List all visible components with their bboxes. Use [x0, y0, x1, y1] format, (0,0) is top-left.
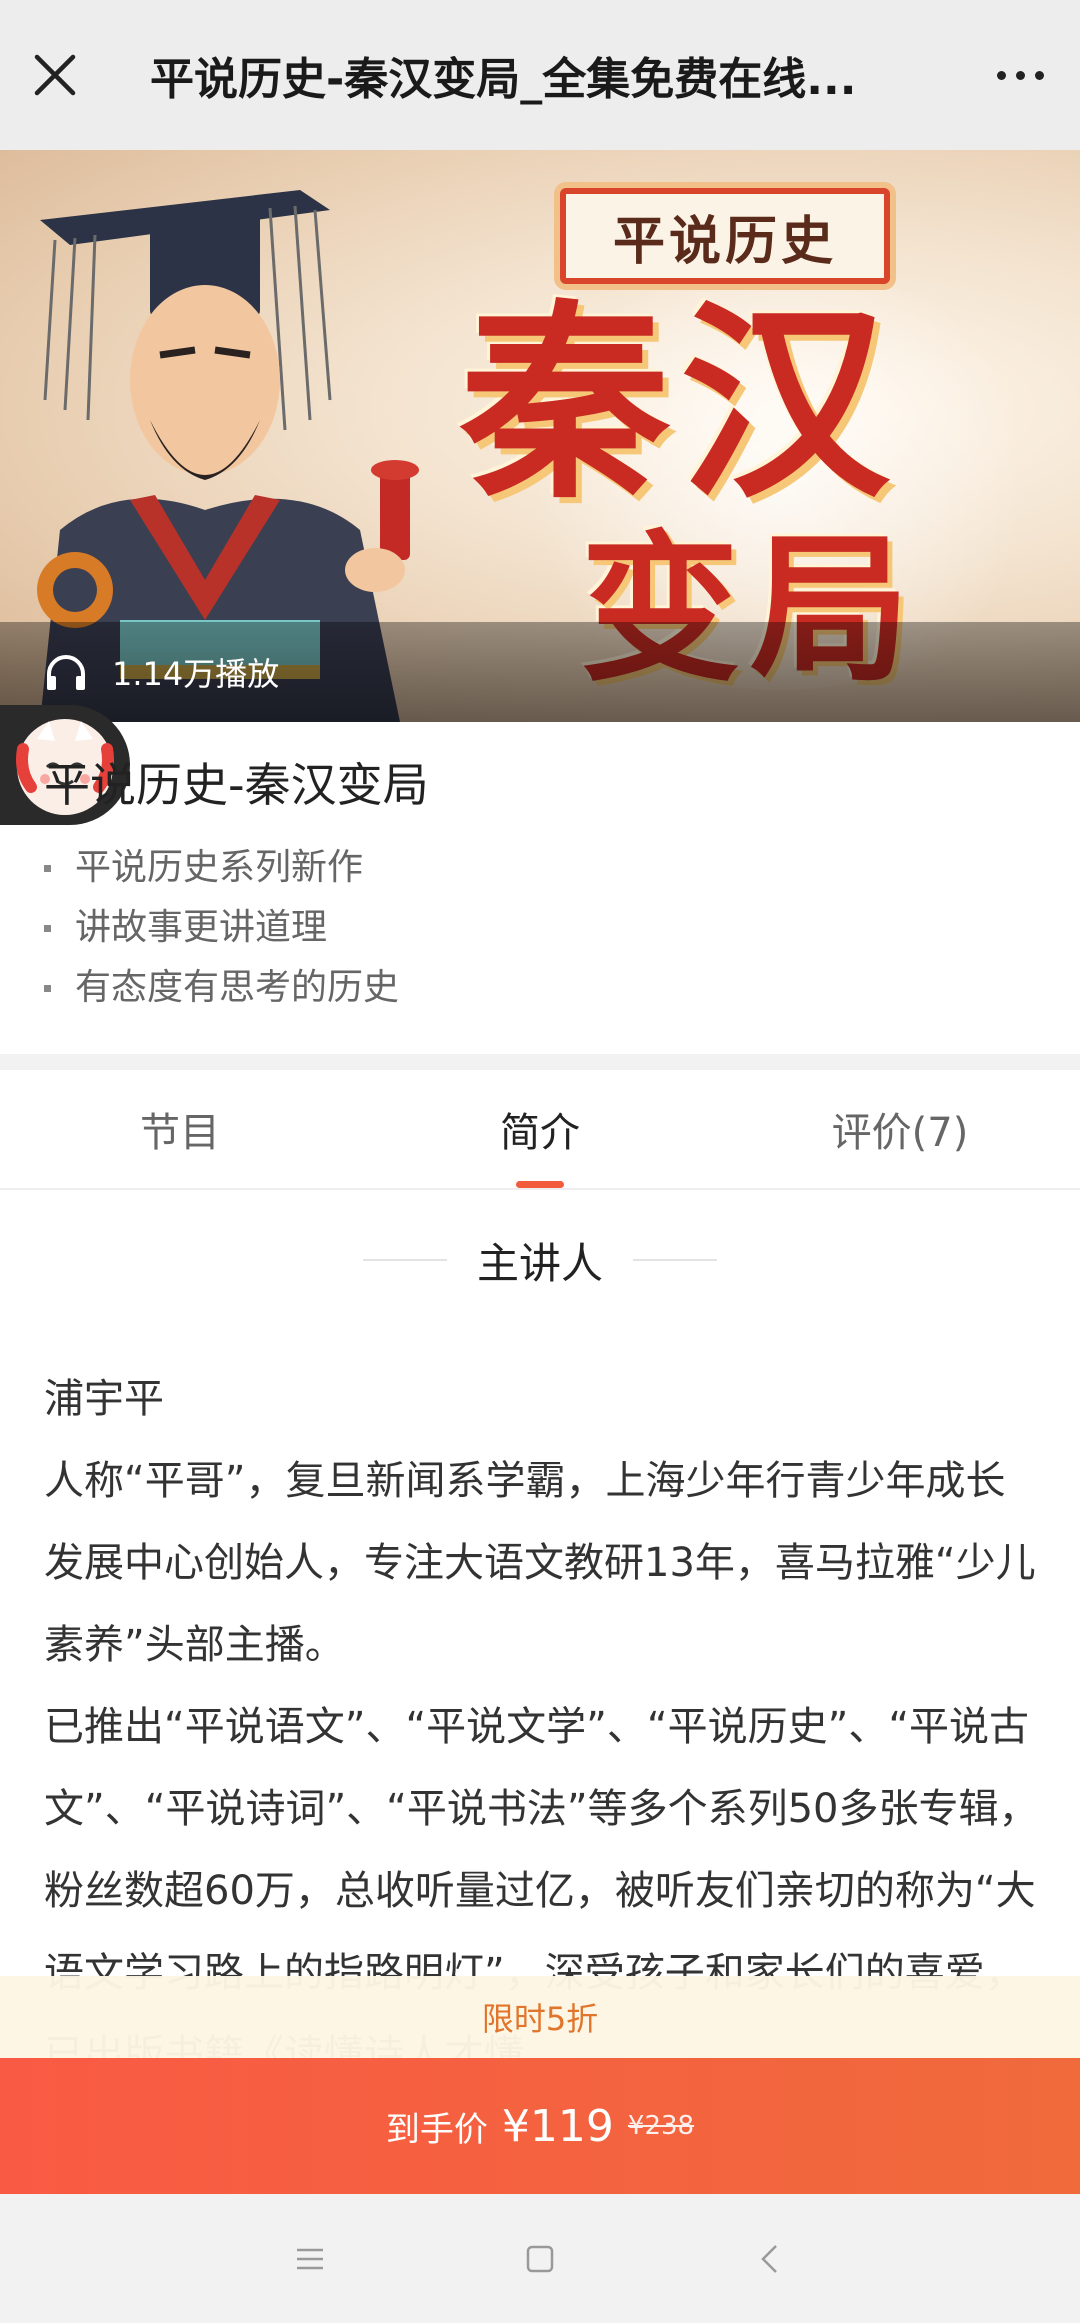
- tab-label: 节目: [140, 1110, 220, 1156]
- tab-bar: 节目 简介 评价(7): [0, 1070, 1080, 1190]
- headphones-icon: [47, 655, 85, 690]
- home-nav-button[interactable]: [425, 2194, 655, 2323]
- top-bar: 平说历史-秦汉变局_全集免费在线...: [0, 0, 1080, 150]
- tab-label: 简介: [500, 1110, 580, 1156]
- more-dot: [1034, 70, 1044, 80]
- feature-list: 平说历史系列新作 讲故事更讲道理 有态度有思考的历史: [44, 838, 399, 1018]
- album-cover-banner[interactable]: 平说历史 秦汉 变局 1.14万播放: [0, 150, 1080, 722]
- section-heading-text: 主讲人: [476, 1238, 603, 1288]
- tab-label: 评价(7): [831, 1110, 969, 1156]
- system-nav-bar: [0, 2194, 1080, 2323]
- presenter-name: 浦宇平: [44, 1376, 164, 1422]
- menu-icon: [297, 2248, 323, 2269]
- original-price: ¥238: [627, 2111, 695, 2141]
- play-count-strip: 1.14万播放: [0, 622, 1080, 722]
- home-square-icon: [526, 2245, 554, 2272]
- section-heading: 主讲人: [0, 1230, 1080, 1290]
- tab-reviews[interactable]: 评价(7): [720, 1070, 1080, 1188]
- close-icon: [34, 54, 76, 96]
- final-price: ¥119: [501, 2100, 614, 2152]
- feature-item: 平说历史系列新作: [44, 838, 399, 898]
- banner-title-line1: 秦汉: [460, 282, 901, 527]
- back-nav-button[interactable]: [655, 2194, 885, 2323]
- more-dot: [1015, 70, 1025, 80]
- album-title: 平说历史-秦汉变局: [44, 758, 429, 812]
- feature-item: 讲故事更讲道理: [44, 898, 399, 958]
- more-dot: [996, 70, 1006, 80]
- heading-line-right: [633, 1259, 717, 1261]
- menu-nav-button[interactable]: [195, 2194, 425, 2323]
- feature-item: 有态度有思考的历史: [44, 958, 399, 1018]
- page: 平说历史-秦汉变局_全集免费在线... 平说历史 秦汉 变局 1.14万播放 平…: [0, 0, 1080, 2323]
- heading-line-left: [362, 1259, 447, 1261]
- more-button[interactable]: [960, 0, 1080, 150]
- promo-banner: 限时5折: [0, 1976, 1080, 2058]
- price-label: 到手价: [385, 2109, 488, 2150]
- series-label: 平说历史: [560, 188, 890, 284]
- play-count: 1.14万播放: [112, 655, 280, 693]
- tab-intro[interactable]: 简介: [360, 1070, 720, 1188]
- tab-episodes[interactable]: 节目: [0, 1070, 360, 1188]
- intro-paragraph: 人称“平哥”，复旦新闻系学霸，上海少年行青少年成长发展中心创始人，专注大语文教研…: [44, 1458, 1036, 1668]
- active-tab-indicator: [516, 1181, 564, 1188]
- close-button[interactable]: [0, 0, 110, 150]
- page-title: 平说历史-秦汉变局_全集免费在线...: [150, 54, 857, 105]
- back-chevron-icon: [761, 2244, 777, 2273]
- section-divider: [0, 1054, 1080, 1070]
- buy-button[interactable]: 到手价 ¥119 ¥238: [0, 2058, 1080, 2194]
